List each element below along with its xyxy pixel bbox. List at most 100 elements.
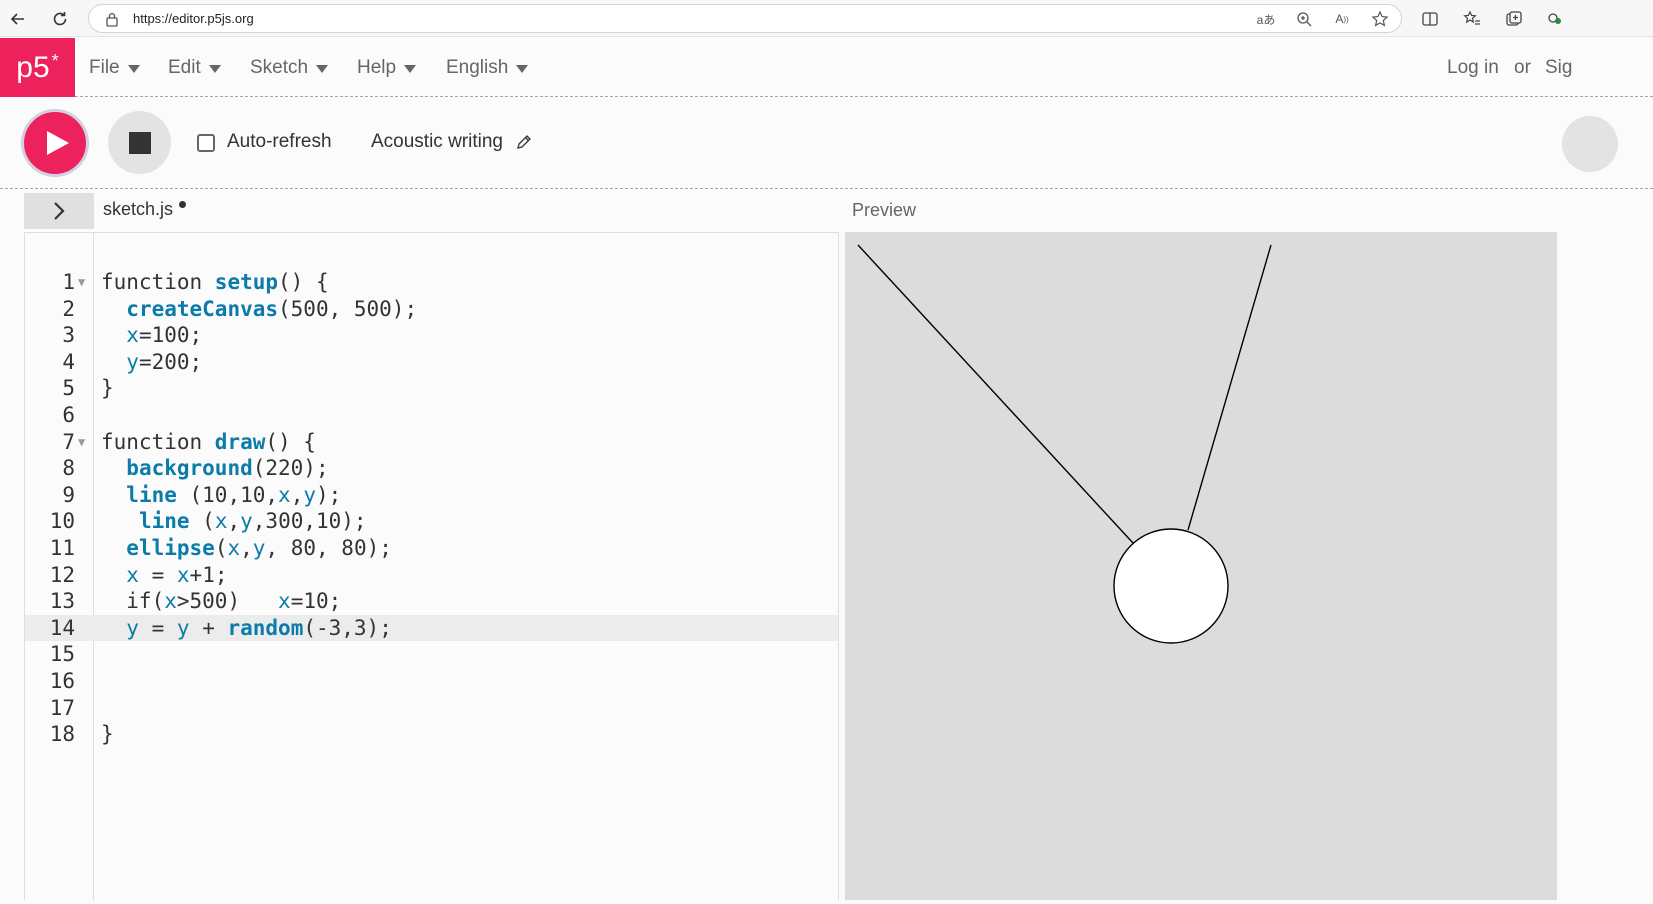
login-link[interactable]: Log in [1447, 38, 1499, 97]
code-line[interactable]: 7 ▼ function draw() { [25, 429, 838, 456]
auto-refresh-checkbox[interactable] [197, 134, 215, 152]
code-line[interactable]: 15 [25, 641, 838, 668]
code-token: (-3,3); [303, 615, 392, 640]
extensions-icon[interactable] [1543, 7, 1567, 31]
code-token: =10; [290, 589, 342, 614]
code-token: x [214, 509, 228, 534]
zoom-icon[interactable] [1293, 9, 1315, 29]
sketch-name[interactable]: Acoustic writing [371, 131, 503, 153]
fold-arrow-icon[interactable]: ▼ [78, 429, 85, 456]
menu-edit[interactable]: Edit [168, 38, 221, 97]
collections-icon[interactable] [1502, 7, 1526, 31]
code-token: = [138, 615, 177, 640]
line-number: 6 [62, 403, 75, 427]
code-text: y = y + random(-3,3); [101, 615, 392, 642]
code-editor[interactable]: 1 ▼ function setup() {2 createCanvas(500, … [24, 232, 839, 901]
line-number: 10 [49, 509, 75, 534]
code-line[interactable]: 8 background(220); [25, 455, 838, 482]
line-number: 5 [62, 376, 75, 401]
back-arrow-icon[interactable] [5, 6, 31, 32]
pencil-icon[interactable] [516, 134, 532, 150]
code-token: line [138, 509, 190, 534]
code-line[interactable]: 17 [25, 695, 838, 722]
code-text: x = x+1; [101, 562, 227, 589]
code-line[interactable]: 13 if(x>500) x=10; [25, 588, 838, 615]
signup-link[interactable]: Sig [1545, 38, 1572, 97]
menu-sketch[interactable]: Sketch [250, 38, 329, 97]
code-token: y [126, 349, 139, 374]
refresh-icon[interactable] [47, 6, 73, 32]
code-line[interactable]: 18} [25, 721, 838, 748]
line-number: 15 [49, 642, 75, 667]
code-token: } [101, 376, 114, 401]
line-number: 17 [49, 695, 75, 720]
chevron-right-icon [54, 202, 65, 220]
play-icon [47, 131, 69, 155]
line-number: 1 [62, 270, 75, 294]
stop-button[interactable] [108, 111, 171, 174]
code-token: y [303, 482, 316, 507]
preview-label: Preview [852, 200, 917, 220]
code-line[interactable]: 9 line (10,10,x,y); [25, 482, 838, 509]
menu-language[interactable]: English [446, 38, 529, 97]
code-token: (10,10, [176, 482, 279, 507]
code-token: y [240, 509, 253, 534]
sketch-output [857, 244, 1272, 644]
file-tab-sketch-js[interactable]: sketch.js [103, 199, 173, 220]
code-token: x [126, 562, 139, 587]
line-number: 7 [62, 429, 75, 454]
code-token: >500) [176, 589, 279, 614]
code-token: x [164, 589, 177, 614]
p5-logo[interactable]: p5 * [0, 38, 75, 97]
caret-down-icon [404, 64, 417, 73]
code-text: y=200; [101, 349, 202, 376]
code-line[interactable]: 11 ellipse(x,y, 80, 80); [25, 535, 838, 562]
stop-icon [128, 131, 151, 154]
code-line[interactable]: 1 ▼ function setup() { [25, 269, 838, 296]
line-number: 3 [62, 323, 75, 348]
menu-help[interactable]: Help [357, 38, 417, 97]
editor-nav: p5 * File Edit Sketch Help English Log in… [0, 38, 1653, 97]
caret-down-icon [208, 64, 221, 73]
menu-file[interactable]: File [89, 38, 140, 97]
code-line[interactable]: 12 x = x+1; [25, 562, 838, 589]
read-aloud-icon[interactable]: A)) [1331, 9, 1353, 29]
code-token: () { [265, 429, 316, 454]
code-token: , 80, 80); [265, 536, 392, 560]
translate-icon[interactable]: aあ [1255, 9, 1277, 29]
code-line[interactable]: 14 y = y + random(-3,3); [25, 614, 838, 642]
line-number: 2 [62, 296, 75, 321]
settings-button[interactable] [1562, 116, 1618, 172]
favorites-icon[interactable] [1460, 7, 1484, 31]
address-bar[interactable]: https://editor.p5js.org aあ A)) [88, 4, 1402, 33]
code-token: if( [101, 589, 165, 614]
code-line[interactable]: 5} [25, 375, 838, 402]
code-line[interactable]: 2 createCanvas(500, 500); [25, 296, 838, 323]
code-line[interactable]: 3 x=100; [25, 322, 838, 349]
star-icon[interactable] [1369, 9, 1391, 29]
caret-down-icon [127, 64, 140, 73]
code-line[interactable]: 16 [25, 668, 838, 695]
code-line[interactable]: 6 [25, 402, 838, 429]
code-token: y [126, 615, 139, 640]
browser-toolbar: https://editor.p5js.org aあ A)) [0, 0, 1653, 37]
code-token: (220); [252, 456, 329, 481]
auto-refresh-label[interactable]: Auto-refresh [227, 131, 332, 153]
sketch-toolbar: Auto-refresh Acoustic writing [0, 97, 1653, 189]
code-line[interactable]: 4 y=200; [25, 349, 838, 376]
code-text: createCanvas(500, 500); [101, 296, 417, 323]
code-token: setup [214, 270, 279, 294]
fold-arrow-icon[interactable]: ▼ [78, 269, 85, 296]
line-number: 11 [49, 536, 75, 560]
line-number: 8 [62, 456, 75, 481]
code-line[interactable]: 10 line (x,y,300,10); [25, 508, 838, 535]
sidebar-toggle-button[interactable] [24, 193, 94, 229]
code-text: line (x,y,300,10); [101, 508, 367, 535]
code-token: x [126, 323, 139, 348]
play-button[interactable] [22, 110, 88, 176]
split-screen-icon[interactable] [1418, 7, 1442, 31]
preview-canvas[interactable] [845, 232, 1557, 900]
